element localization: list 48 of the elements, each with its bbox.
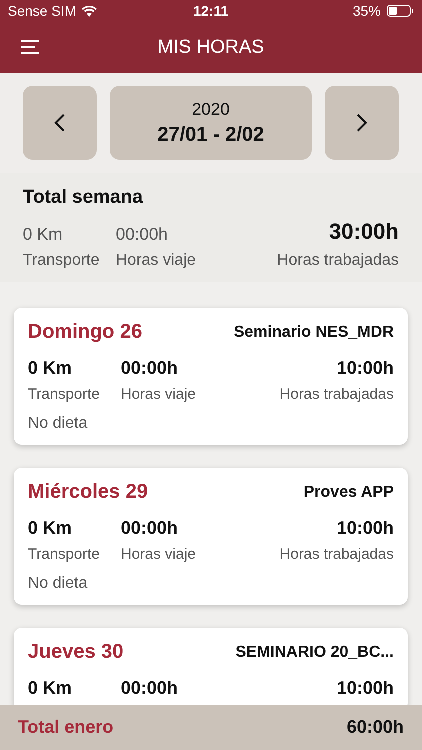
worked-label: Horas trabajadas (280, 546, 394, 563)
day-title: Jueves 30 (28, 641, 124, 664)
worked-value: 10:00h (336, 678, 394, 699)
travel-label: Horas viaje (121, 386, 198, 403)
battery-icon (387, 5, 414, 17)
transport-value: 0 Km (28, 358, 74, 379)
screen-title: MIS HORAS (158, 36, 264, 58)
travel-value: 00:00h (121, 518, 180, 539)
transport-value: 0 Km (28, 518, 74, 539)
battery-percent: 35% (352, 3, 382, 19)
carrier: Sense SIM (8, 3, 76, 19)
day-card[interactable]: Jueves 30 SEMINARIO 20_BC... 0 Km 00:00h 10:00h (14, 628, 408, 705)
month-total-label: Total enero (18, 717, 114, 738)
travel-value: 00:00h (121, 678, 180, 699)
travel-value: 00:00h (121, 358, 180, 379)
day-title: Domingo 26 (28, 321, 142, 344)
day-title: Miércoles 29 (28, 481, 148, 504)
chevron-left-icon (54, 113, 66, 133)
diet-status: No dieta (28, 415, 88, 432)
week-range: 27/01 - 2/02 (158, 124, 264, 146)
clock: 12:11 (193, 3, 229, 19)
day-card[interactable]: Miércoles 29 Proves APP 0 Km 00:00h 10:00h Transporte Horas viaje Horas trabajadas No dieta (14, 468, 408, 605)
project-name: Seminario NES_MDR (234, 324, 394, 342)
travel-label: Horas viaje (121, 546, 198, 563)
transport-value: 0 Km (28, 678, 74, 699)
worked-label: Horas trabajadas (277, 252, 399, 270)
project-name: SEMINARIO 20_BC... (236, 644, 394, 662)
travel-label: Horas viaje (116, 252, 198, 270)
transport-label: Transporte (28, 546, 101, 563)
diet-status: No dieta (28, 575, 88, 592)
day-card[interactable]: Domingo 26 Seminario NES_MDR 0 Km 00:00h 10:00h Transporte Horas viaje Horas trabajadas No dieta (14, 308, 408, 445)
menu-icon (20, 39, 40, 55)
next-week-button[interactable] (325, 86, 399, 160)
chevron-right-icon (356, 113, 368, 133)
project-name: Proves APP (304, 484, 394, 502)
previous-week-button[interactable] (23, 86, 97, 160)
wifi-icon (82, 6, 98, 16)
travel-value: 00:00h (116, 225, 169, 245)
transport-label: Transporte (23, 252, 101, 270)
worked-value: 10:00h (336, 358, 394, 379)
worked-value: 30:00h (328, 219, 399, 245)
year: 2020 (192, 100, 230, 120)
worked-value: 10:00h (336, 518, 394, 539)
week-total-title: Total semana (23, 187, 144, 208)
transport-label: Transporte (28, 386, 101, 403)
transport-value: 0 Km (23, 225, 64, 245)
month-total-value: 60:00h (346, 717, 404, 738)
worked-label: Horas trabajadas (280, 386, 394, 403)
